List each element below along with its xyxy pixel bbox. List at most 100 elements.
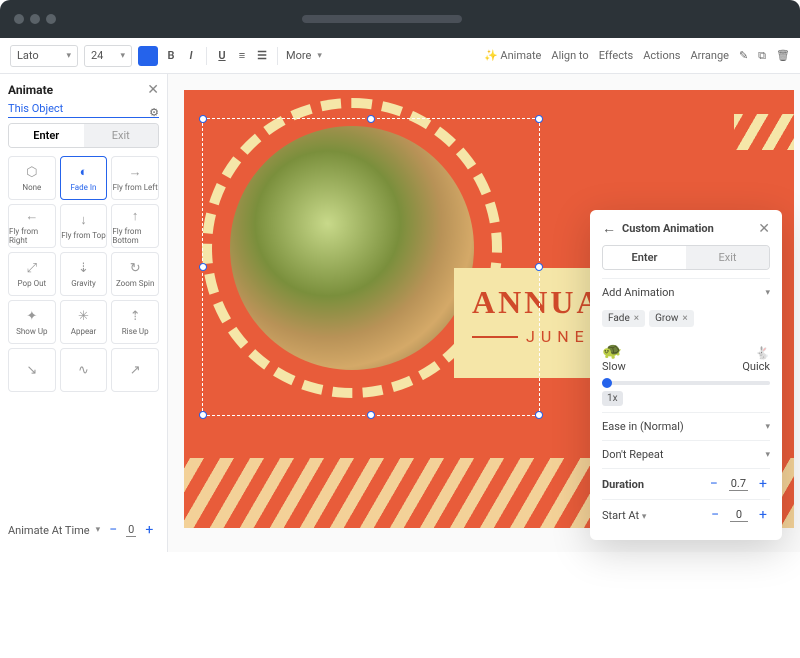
resize-handle[interactable] <box>199 411 207 419</box>
plus-button[interactable]: + <box>142 522 156 538</box>
anim-appear[interactable]: ✳Appear <box>60 300 108 344</box>
anim-fade-in[interactable]: ◐Fade In <box>60 156 108 200</box>
underline-button[interactable]: U <box>215 49 229 62</box>
panel-tab-exit[interactable]: Exit <box>686 246 769 269</box>
list-button[interactable]: ☰ <box>255 49 269 62</box>
gravity-icon: ⇣ <box>78 261 89 276</box>
anim-pop-out[interactable]: ⤢Pop Out <box>8 252 56 296</box>
font-size-select[interactable]: 24 ▾ <box>84 45 132 67</box>
close-icon[interactable]: ✕ <box>147 82 159 98</box>
anim-none[interactable]: ⬡None <box>8 156 56 200</box>
chip-grow[interactable]: Grow× <box>649 310 694 327</box>
minus-button[interactable]: − <box>106 522 120 538</box>
wand-icon[interactable]: ✎ <box>739 49 748 62</box>
chevron-down-icon: ▾ <box>66 51 71 61</box>
anim-fly-right[interactable]: ←Fly from Right <box>8 204 56 248</box>
chip-row: Fade× Grow× <box>602 310 770 327</box>
sidebar-title: Animate <box>8 83 53 97</box>
anim-zoom-spin[interactable]: ↻Zoom Spin <box>111 252 159 296</box>
copy-icon[interactable]: ⧉ <box>758 49 766 63</box>
anim-fly-left[interactable]: →Fly from Left <box>111 156 159 200</box>
more-menu[interactable]: More <box>286 49 311 62</box>
add-animation-row[interactable]: Add Animation ▾ <box>602 278 770 306</box>
arrow-right-icon: → <box>129 164 142 180</box>
anim-gravity[interactable]: ⇣Gravity <box>60 252 108 296</box>
spin-icon: ↻ <box>130 261 141 276</box>
decorative-stripes <box>734 114 794 150</box>
add-animation-label: Add Animation <box>602 286 675 299</box>
speed-slider[interactable] <box>602 381 770 385</box>
arrow-icon: ↗ <box>130 363 141 378</box>
anim-rise-up[interactable]: ⇡Rise Up <box>111 300 159 344</box>
back-icon[interactable]: ← <box>602 220 616 237</box>
text-color-swatch[interactable] <box>138 46 158 66</box>
chevron-down-icon[interactable]: ▾ <box>642 512 647 522</box>
repeat-select[interactable]: Don't Repeat ▾ <box>602 440 770 468</box>
slow-label: Slow <box>602 360 626 373</box>
window-dot <box>46 14 56 24</box>
minus-button[interactable]: − <box>708 507 722 523</box>
anim-more-3[interactable]: ↗ <box>111 348 159 392</box>
quick-label: Quick <box>742 360 770 373</box>
align-to-button[interactable]: Align to <box>551 49 588 62</box>
chip-fade[interactable]: Fade× <box>602 310 645 327</box>
panel-tab-enter[interactable]: Enter <box>603 246 686 269</box>
italic-button[interactable]: I <box>184 49 198 62</box>
minus-button[interactable]: − <box>707 476 721 492</box>
turtle-icon: 🐢 <box>602 341 626 360</box>
anim-fly-bottom[interactable]: ↑Fly from Bottom <box>111 204 159 248</box>
start-at-label: Start At ▾ <box>602 509 646 522</box>
animate-button[interactable]: ✨ Animate <box>484 49 541 62</box>
timing-label: Animate At Time <box>8 524 90 537</box>
food-image[interactable] <box>230 126 474 370</box>
resize-handle[interactable] <box>367 411 375 419</box>
easing-select[interactable]: Ease in (Normal) ▾ <box>602 412 770 440</box>
speed-badge: 1x <box>602 391 623 406</box>
chevron-down-icon: ▾ <box>765 288 770 298</box>
resize-handle[interactable] <box>535 115 543 123</box>
arrange-button[interactable]: Arrange <box>690 49 728 62</box>
animate-sidebar: Animate ✕ This Object ⚙ Enter Exit ⬡None… <box>0 74 168 552</box>
start-at-row: Start At ▾ − 0 + <box>602 499 770 530</box>
duration-value[interactable]: 0.7 <box>729 477 748 491</box>
chevron-down-icon: ▾ <box>120 51 125 61</box>
enter-exit-tabs: Enter Exit <box>8 123 159 148</box>
trash-icon[interactable]: 🗑 <box>776 49 790 62</box>
anim-fly-top[interactable]: ↓Fly from Top <box>60 204 108 248</box>
chevron-down-icon: ▾ <box>765 422 770 432</box>
plus-button[interactable]: + <box>756 476 770 492</box>
tab-enter[interactable]: Enter <box>9 124 84 147</box>
size-label: 24 <box>91 49 103 62</box>
effects-button[interactable]: Effects <box>599 49 634 62</box>
resize-handle[interactable] <box>199 115 207 123</box>
chevron-down-icon[interactable]: ▾ <box>96 525 101 535</box>
actions-button[interactable]: Actions <box>643 49 680 62</box>
panel-title: Custom Animation <box>622 222 752 235</box>
arrow-down-icon: ↓ <box>80 212 87 228</box>
timing-value[interactable]: 0 <box>126 523 136 537</box>
arrow-left-icon: ← <box>25 208 38 224</box>
resize-handle[interactable] <box>535 411 543 419</box>
tab-exit[interactable]: Exit <box>84 124 159 147</box>
bold-button[interactable]: B <box>164 49 178 62</box>
panel-enter-exit-tabs: Enter Exit <box>602 245 770 270</box>
cube-icon: ⬡ <box>26 165 37 180</box>
anim-more-2[interactable]: ∿ <box>60 348 108 392</box>
gear-icon[interactable]: ⚙ <box>149 106 159 119</box>
anim-more-1[interactable]: ↘ <box>8 348 56 392</box>
anim-show-up[interactable]: ✦Show Up <box>8 300 56 344</box>
font-select[interactable]: Lato ▾ <box>10 45 78 67</box>
chevron-down-icon: ▾ <box>317 51 322 61</box>
url-bar <box>302 15 462 23</box>
start-at-value[interactable]: 0 <box>730 508 748 522</box>
chip-remove-icon[interactable]: × <box>682 313 687 324</box>
align-button[interactable]: ≡ <box>235 49 249 62</box>
plus-button[interactable]: + <box>756 507 770 523</box>
browser-chrome <box>0 0 800 38</box>
duration-label: Duration <box>602 478 644 491</box>
toolbar-right: ✨ Animate Align to Effects Actions Arran… <box>484 49 790 63</box>
close-icon[interactable]: ✕ <box>758 221 770 237</box>
timing-row: Animate At Time ▾ − 0 + <box>8 516 159 544</box>
slider-thumb[interactable] <box>602 378 612 388</box>
chip-remove-icon[interactable]: × <box>634 313 639 324</box>
